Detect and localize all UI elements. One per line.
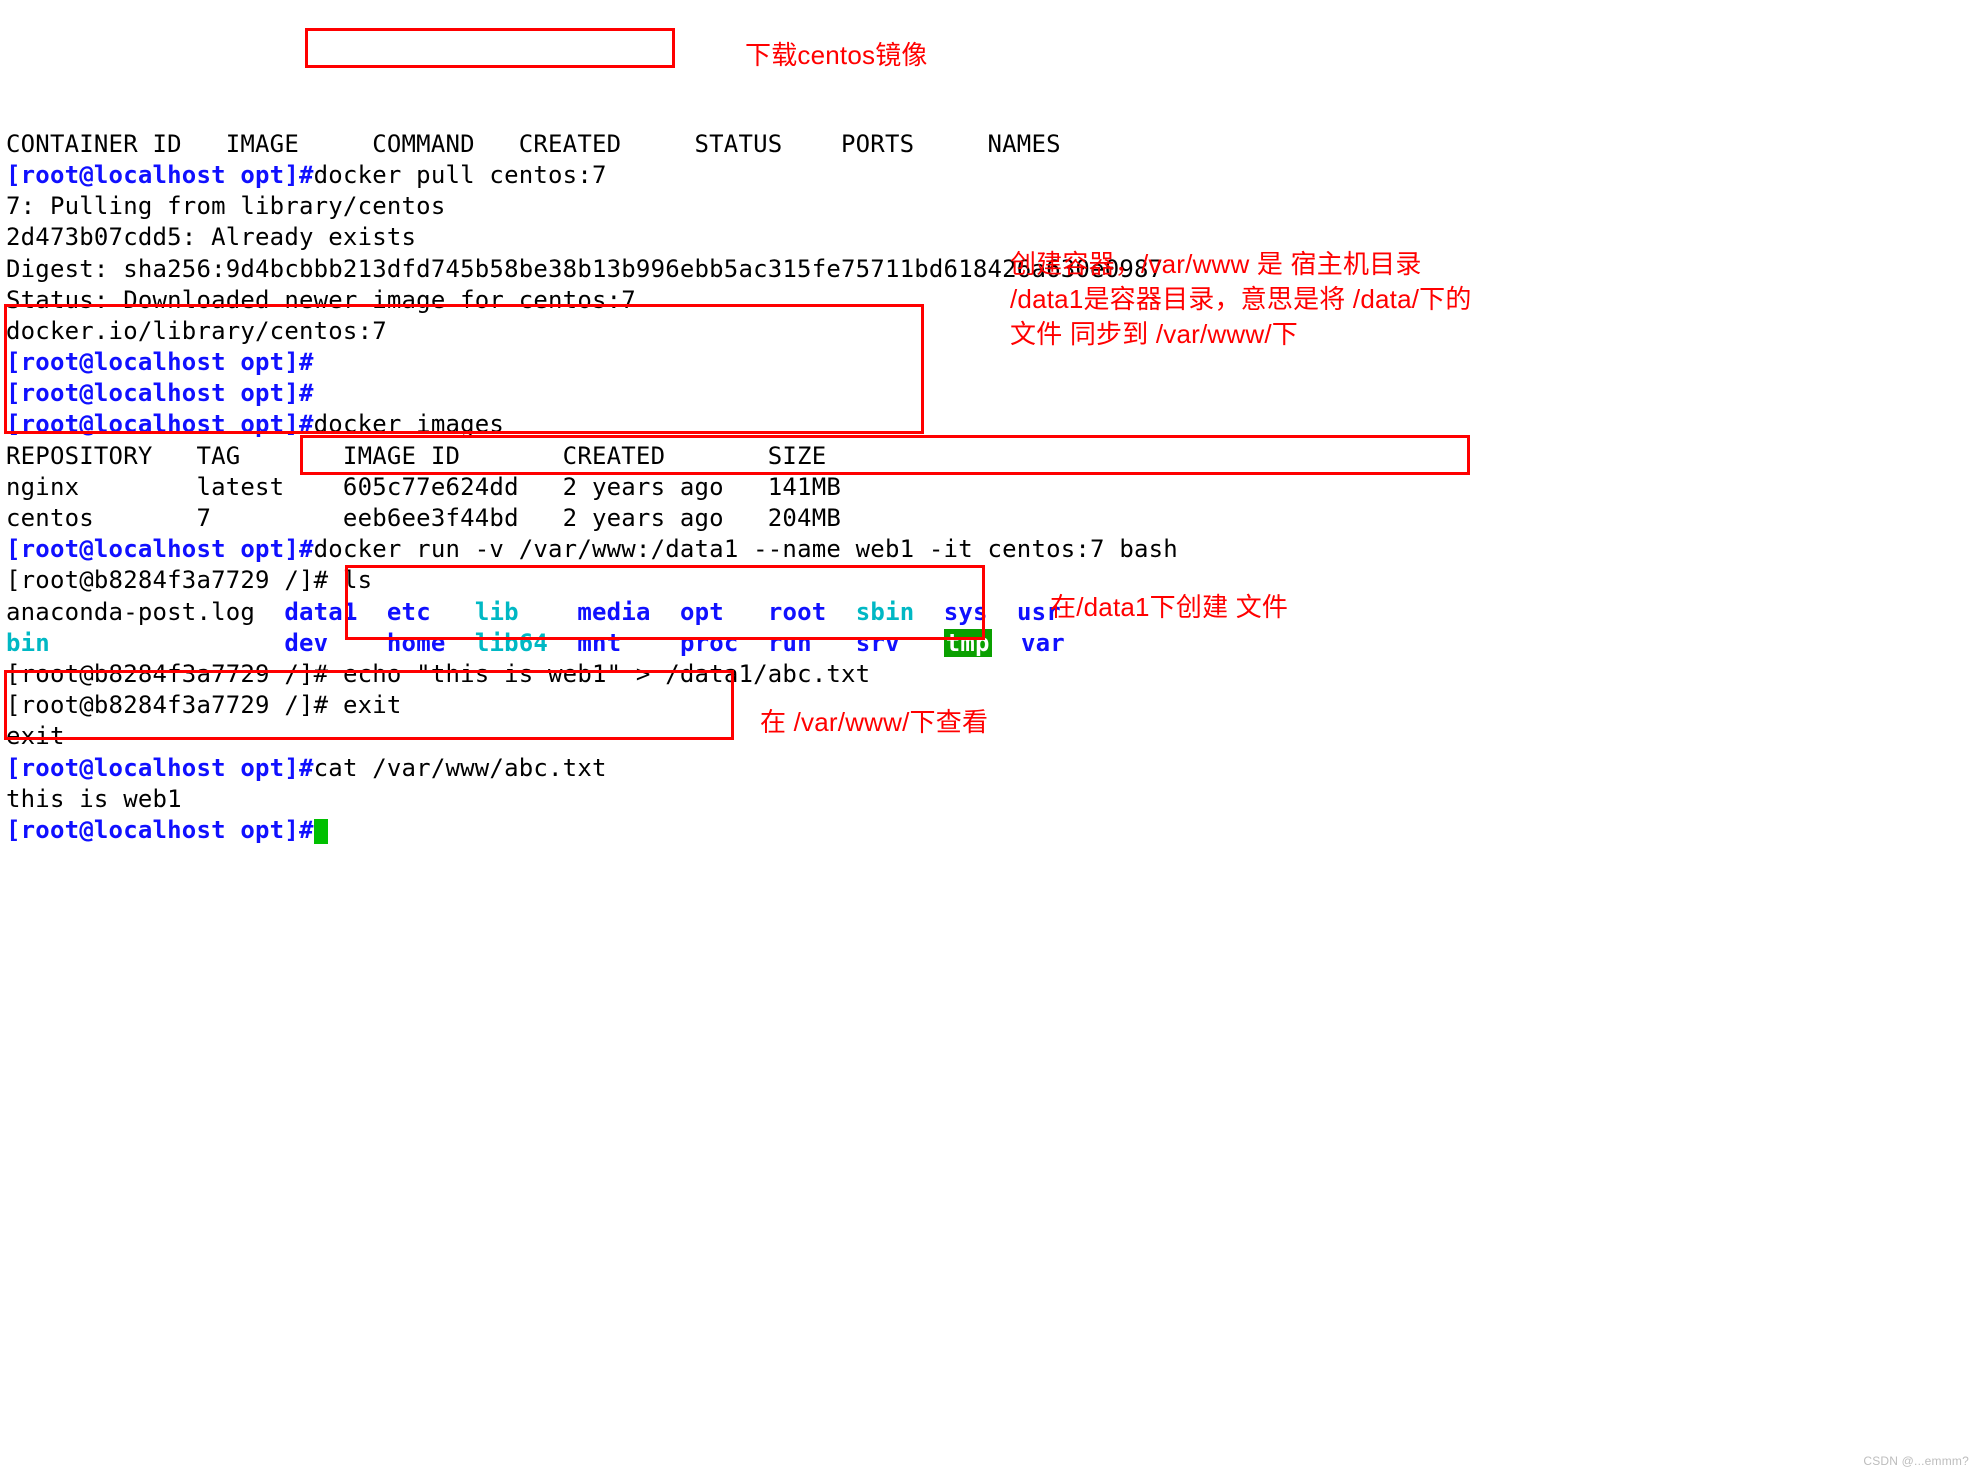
- ls-dir-srv: srv: [856, 629, 900, 657]
- images-row-centos: centos 7 eeb6ee3f44bd 2 years ago 204MB: [6, 504, 841, 532]
- prompt-container: [root@b8284f3a7729 /]#: [6, 660, 343, 688]
- ls-link-lib: lib: [475, 598, 519, 626]
- out-cat: this is web1: [6, 785, 182, 813]
- ls-dir-opt: opt: [680, 598, 724, 626]
- ls-dir-root: root: [768, 598, 827, 626]
- highlight-box-pull: [305, 28, 675, 68]
- watermark: CSDN @...emmm?: [1863, 1454, 1969, 1470]
- prompt-local: [root@localhost opt]#: [6, 161, 314, 189]
- annotation-pull: 下载centos镜像: [745, 38, 928, 73]
- ls-dir-media: media: [577, 598, 650, 626]
- ls-dir-tmp: tmp: [944, 629, 992, 657]
- ls-dir-sys: sys: [944, 598, 988, 626]
- ls-dir-data1: data1: [284, 598, 357, 626]
- prompt-container: [root@b8284f3a7729 /]#: [6, 691, 343, 719]
- images-row-nginx: nginx latest 605c77e624dd 2 years ago 14…: [6, 473, 841, 501]
- out-exit: exit: [6, 722, 65, 750]
- out-pull-2: 2d473b07cdd5: Already exists: [6, 223, 416, 251]
- cmd-docker-pull: docker pull centos:7: [314, 161, 607, 189]
- images-header: REPOSITORY TAG IMAGE ID CREATED SIZE: [6, 442, 826, 470]
- ls-dir-home: home: [387, 629, 446, 657]
- out-pull-3: Digest: sha256:9d4bcbbb213dfd745b58be38b…: [6, 255, 1163, 283]
- annotation-echo: 在/data1下创建 文件: [1050, 590, 1288, 625]
- ls-link-lib64: lib64: [475, 629, 548, 657]
- cmd-docker-run: docker run -v /var/www:/data1 --name web…: [314, 535, 1178, 563]
- prompt-local: [root@localhost opt]#: [6, 754, 314, 782]
- prompt-local: [root@localhost opt]#: [6, 348, 314, 376]
- annotation-cat: 在 /var/www/下查看: [760, 705, 988, 740]
- out-pull-1: 7: Pulling from library/centos: [6, 192, 445, 220]
- cursor-icon: [314, 819, 328, 844]
- ls-dir-mnt: mnt: [577, 629, 621, 657]
- prompt-local: [root@localhost opt]#: [6, 379, 314, 407]
- cmd-cat: cat /var/www/abc.txt: [314, 754, 607, 782]
- annotation-run: 创建容器，/var/www 是 宿主机目录 /data1是容器目录，意思是将 /…: [1010, 247, 1480, 352]
- ps-header: CONTAINER ID IMAGE COMMAND CREATED STATU…: [6, 130, 1061, 158]
- cmd-exit: exit: [343, 691, 402, 719]
- cmd-docker-images: docker images: [314, 410, 504, 438]
- prompt-container: [root@b8284f3a7729 /]#: [6, 566, 343, 594]
- ls-file-anaconda: anaconda-post.log: [6, 598, 284, 626]
- ls-link-sbin: sbin: [856, 598, 915, 626]
- prompt-local: [root@localhost opt]#: [6, 535, 314, 563]
- ls-link-bin: bin: [6, 629, 50, 657]
- ls-dir-etc: etc: [387, 598, 431, 626]
- ls-dir-var: var: [1021, 629, 1065, 657]
- prompt-local: [root@localhost opt]#: [6, 410, 314, 438]
- terminal-output[interactable]: CONTAINER ID IMAGE COMMAND CREATED STATU…: [6, 129, 1973, 846]
- ls-dir-proc: proc: [680, 629, 739, 657]
- out-pull-5: docker.io/library/centos:7: [6, 317, 387, 345]
- ls-dir-dev: dev: [284, 629, 328, 657]
- out-pull-4: Status: Downloaded newer image for cento…: [6, 286, 636, 314]
- prompt-local: [root@localhost opt]#: [6, 816, 314, 844]
- cmd-echo: echo "this is web1" > /data1/abc.txt: [343, 660, 870, 688]
- cmd-ls: ls: [343, 566, 372, 594]
- ls-dir-run: run: [768, 629, 812, 657]
